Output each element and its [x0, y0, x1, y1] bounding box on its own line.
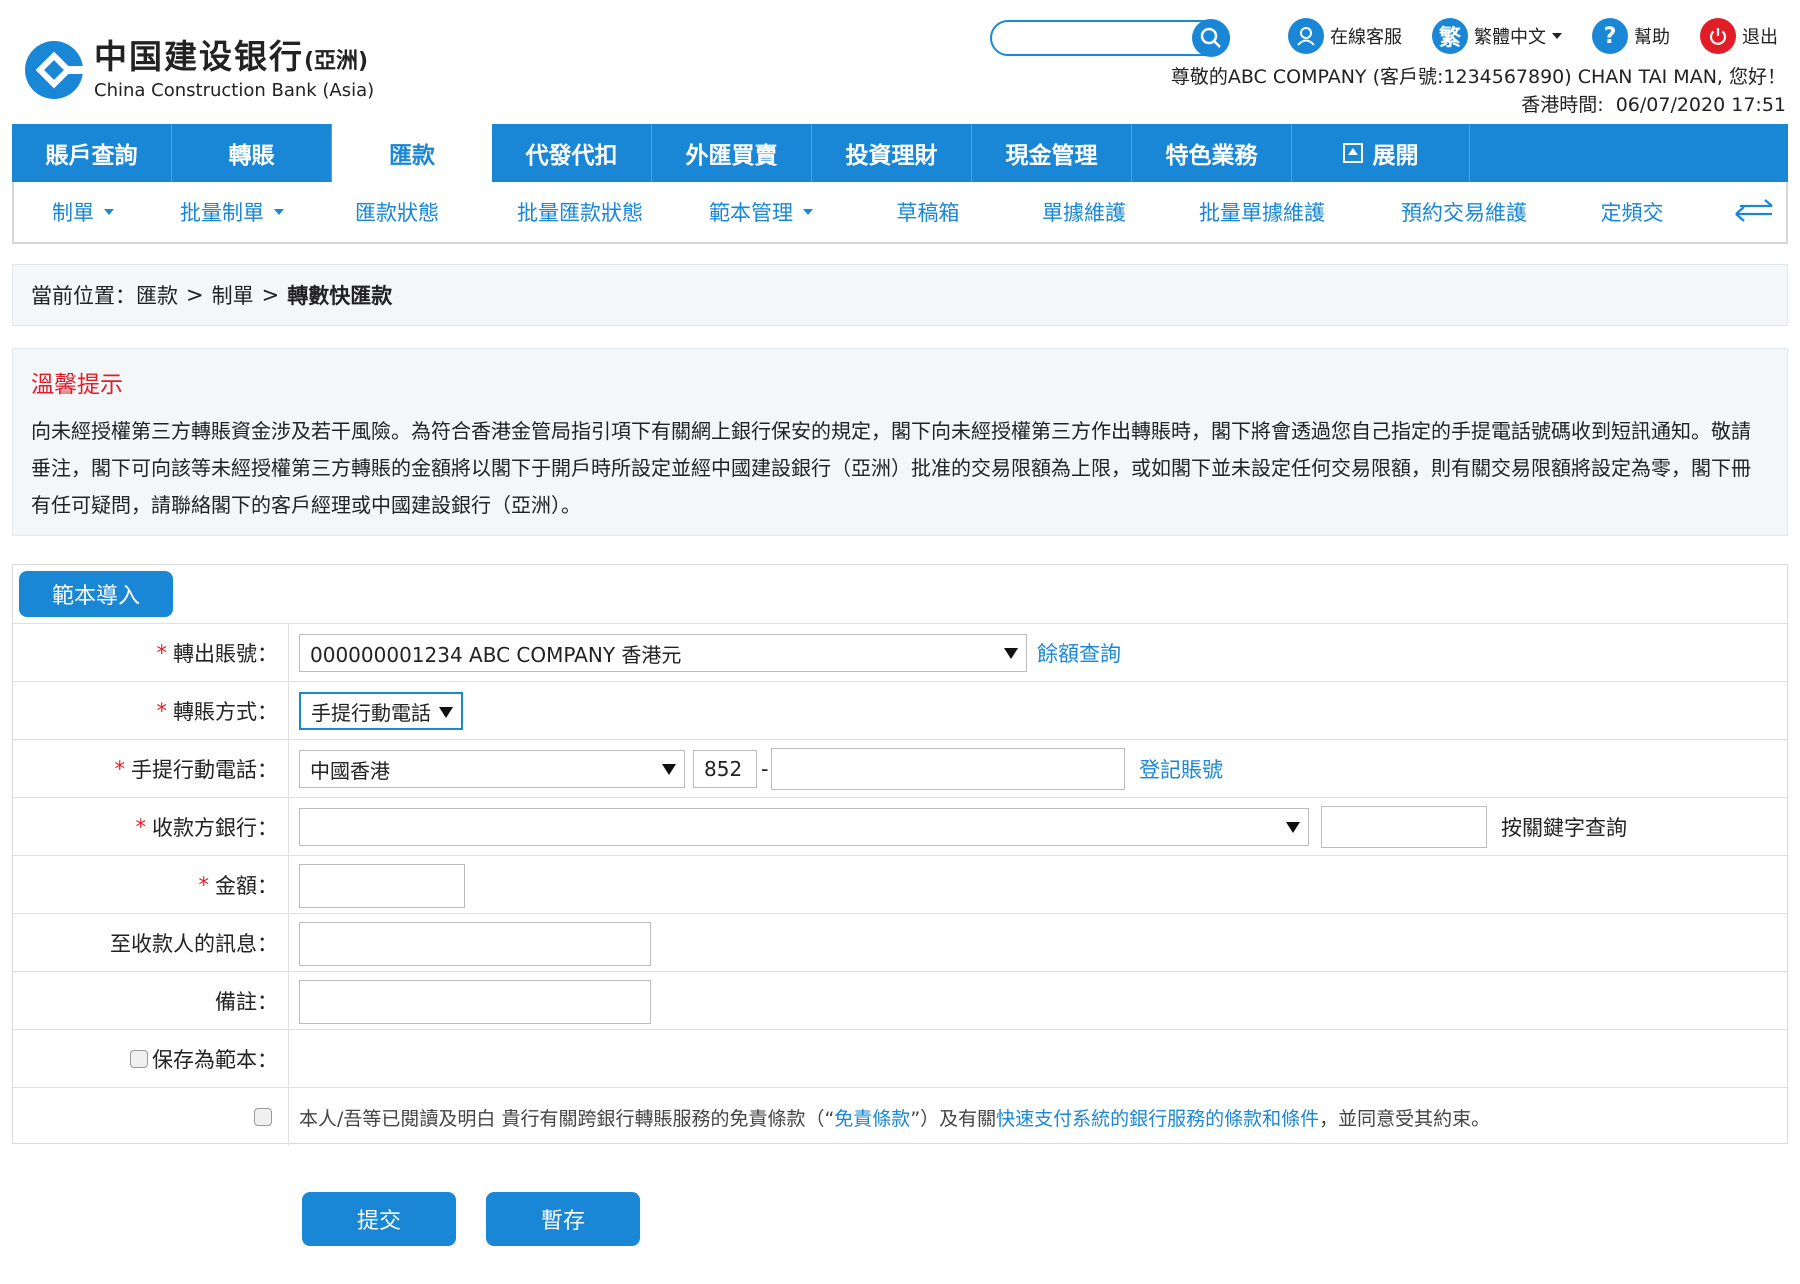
- nav-payroll[interactable]: 代發代扣: [492, 124, 652, 182]
- nav-fx[interactable]: 外匯買賣: [652, 124, 812, 182]
- scroll-arrows-icon[interactable]: [1728, 192, 1780, 232]
- nav-remittance[interactable]: 匯款: [332, 124, 492, 182]
- subnav-doc-maintenance[interactable]: 單據維護: [1012, 197, 1156, 227]
- top-links: 在線客服 繁 繁體中文 ? 幫助 退出: [1258, 18, 1778, 54]
- subnav-batch-create[interactable]: 批量制單: [152, 197, 312, 227]
- agree-terms-text: 本人/吾等已閱讀及明白 貴行有關跨銀行轉賬服務的免責條款（“ 免責條款 ”）及有…: [299, 1098, 1490, 1136]
- mobile-number-input[interactable]: [771, 748, 1125, 790]
- online-service-link[interactable]: 在線客服: [1288, 18, 1402, 54]
- row-save-template: 保存為範本：: [13, 1029, 1787, 1088]
- from-account-select[interactable]: 000000001234 ABC COMPANY 香港元: [299, 634, 1027, 672]
- payee-bank-select[interactable]: [299, 808, 1309, 846]
- help-icon: ?: [1592, 18, 1628, 54]
- bank-keyword-input[interactable]: [1321, 806, 1487, 848]
- search-button[interactable]: [1192, 19, 1230, 57]
- bank-logo[interactable]: 中国建设银行(亞洲) China Construction Bank (Asia…: [24, 38, 374, 101]
- row-from-account: * 轉出賬號： 000000001234 ABC COMPANY 香港元 餘額查詢: [13, 623, 1787, 682]
- subnav-remittance-status[interactable]: 匯款狀態: [312, 197, 482, 227]
- search-input[interactable]: [990, 19, 1230, 57]
- expand-icon: [1342, 143, 1363, 163]
- dropdown-arrow-icon: [1286, 822, 1300, 833]
- breadcrumb: 當前位置： 匯款 > 制單 > 轉數快匯款: [12, 264, 1788, 326]
- template-import-button[interactable]: 範本導入: [19, 571, 173, 617]
- row-amount: * 金額：: [13, 855, 1787, 914]
- row-agree: 本人/吾等已閱讀及明白 貴行有關跨銀行轉賬服務的免責條款（“ 免責條款 ”）及有…: [13, 1087, 1787, 1146]
- bank-name-cn: 中国建设银行(亞洲): [94, 37, 369, 76]
- remittance-form: 範本導入 * 轉出賬號： 000000001234 ABC COMPANY 香港元…: [12, 564, 1788, 1146]
- nav-transfer[interactable]: 轉賬: [172, 124, 332, 182]
- message-input[interactable]: [299, 922, 651, 966]
- nav-investment[interactable]: 投資理財: [812, 124, 972, 182]
- notice-title: 溫馨提示: [31, 372, 123, 398]
- row-remark: 備註：: [13, 971, 1787, 1030]
- save-template-checkbox[interactable]: [130, 1050, 148, 1068]
- subnav-template-mgmt[interactable]: 範本管理: [678, 197, 844, 227]
- nav-expand[interactable]: 展開: [1292, 124, 1470, 182]
- row-mobile: * 手提行動電話： 中國香港 852 - 登記賬號: [13, 739, 1787, 798]
- country-code-input[interactable]: 852: [693, 750, 757, 788]
- language-switch[interactable]: 繁 繁體中文: [1432, 18, 1562, 54]
- nav-account-inquiry[interactable]: 賬戶查詢: [12, 124, 172, 182]
- chevron-down-icon: [1552, 33, 1562, 39]
- notice-body: 向未經授權第三方轉賬資金涉及若干風險。為符合香港金管局指引項下有關網上銀行保安的…: [31, 419, 1751, 517]
- row-payee-bank: * 收款方銀行： 按關鍵字查詢: [13, 797, 1787, 856]
- language-icon: 繁: [1432, 18, 1468, 54]
- dropdown-arrow-icon: [662, 764, 676, 775]
- disclaimer-link[interactable]: 免責條款: [834, 1104, 910, 1131]
- chevron-down-icon: [803, 209, 813, 215]
- dropdown-arrow-icon: [1004, 648, 1018, 659]
- notice-panel: 溫馨提示 向未經授權第三方轉賬資金涉及若干風險。為符合香港金管局指引項下有關網上…: [12, 348, 1788, 536]
- submit-button[interactable]: 提交: [302, 1192, 456, 1246]
- subnav-batch-doc-maintenance[interactable]: 批量單據維護: [1156, 197, 1368, 227]
- fps-terms-link[interactable]: 快速支付系統的銀行服務的條款和條件: [996, 1104, 1319, 1131]
- chevron-down-icon: [274, 209, 284, 215]
- logout-link[interactable]: 退出: [1700, 18, 1778, 54]
- dropdown-arrow-icon: [439, 707, 453, 718]
- ccb-logo-icon: [25, 40, 84, 99]
- main-nav: 賬戶查詢 轉賬 匯款 代發代扣 外匯買賣 投資理財 現金管理 特色業務 展開: [12, 124, 1788, 182]
- breadcrumb-current: 轉數快匯款: [287, 284, 393, 308]
- row-message: 至收款人的訊息：: [13, 913, 1787, 972]
- power-icon: [1700, 18, 1736, 54]
- subnav-create[interactable]: 制單: [14, 197, 152, 227]
- subnav-drafts[interactable]: 草稿箱: [844, 197, 1012, 227]
- row-transfer-method: * 轉賬方式： 手提行動電話: [13, 681, 1787, 740]
- subnav-recurring[interactable]: 定頻交: [1560, 197, 1704, 227]
- remark-input[interactable]: [299, 980, 651, 1024]
- user-icon: [1288, 18, 1324, 54]
- breadcrumb-item[interactable]: 制單: [212, 280, 254, 310]
- chevron-down-icon: [104, 209, 114, 215]
- sub-nav: 制單 批量制單 匯款狀態 批量匯款狀態 範本管理 草稿箱 單據維護 批量單據維護…: [12, 182, 1788, 244]
- balance-inquiry-link[interactable]: 餘額查詢: [1037, 634, 1121, 672]
- breadcrumb-item[interactable]: 匯款: [136, 280, 178, 310]
- transfer-method-select[interactable]: 手提行動電話: [299, 692, 463, 730]
- nav-cash-management[interactable]: 現金管理: [972, 124, 1132, 182]
- register-account-link[interactable]: 登記賬號: [1139, 750, 1223, 788]
- nav-special-services[interactable]: 特色業務: [1132, 124, 1292, 182]
- agree-terms-checkbox[interactable]: [254, 1108, 272, 1126]
- keyword-search-button[interactable]: 按關鍵字查詢: [1501, 808, 1627, 846]
- subnav-batch-status[interactable]: 批量匯款狀態: [482, 197, 678, 227]
- bank-name-en: China Construction Bank (Asia): [94, 80, 375, 101]
- region-select[interactable]: 中國香港: [299, 750, 685, 788]
- help-link[interactable]: ? 幫助: [1592, 18, 1670, 54]
- hk-time: 香港時間: 06/07/2020 17:51: [1521, 94, 1786, 116]
- subnav-scheduled-maintenance[interactable]: 預約交易維護: [1368, 197, 1560, 227]
- header: 中国建设银行(亞洲) China Construction Bank (Asia…: [0, 0, 1800, 118]
- amount-input[interactable]: [299, 864, 465, 908]
- greeting-text: 尊敬的ABC COMPANY (客戶號:1234567890) CHAN TAI…: [1170, 66, 1786, 88]
- save-draft-button[interactable]: 暫存: [486, 1192, 640, 1246]
- search-icon: [1200, 27, 1221, 48]
